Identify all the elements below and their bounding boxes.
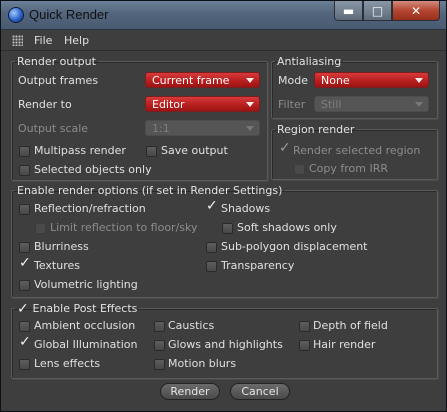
- hair-render-label: Hair render: [313, 338, 376, 351]
- post-effects-checkmark-icon[interactable]: ✓: [17, 302, 29, 316]
- reflection-checkbox[interactable]: [19, 204, 30, 215]
- reflection-label: Reflection/refraction: [34, 202, 146, 215]
- chevron-down-icon: [415, 102, 423, 107]
- copy-from-irr-label: Copy from IRR: [309, 162, 389, 175]
- aa-mode-value: None: [321, 74, 350, 87]
- mode-label: Mode: [278, 74, 308, 87]
- output-scale-dropdown: 1:1: [145, 120, 260, 136]
- save-output-label: Save output: [161, 144, 228, 157]
- chevron-down-icon: [246, 126, 254, 131]
- aa-filter-dropdown: Still: [314, 96, 429, 112]
- checkmark-icon: ✓: [19, 255, 31, 271]
- menu-grip-icon[interactable]: [12, 35, 23, 46]
- transparency-checkbox[interactable]: [206, 261, 217, 272]
- render-to-label: Render to: [18, 98, 72, 111]
- chevron-down-icon: [246, 78, 254, 83]
- menu-file[interactable]: File: [34, 34, 52, 47]
- motion-blurs-label: Motion blurs: [168, 357, 237, 370]
- transparency-label: Transparency: [221, 259, 295, 272]
- output-frames-value: Current frame: [152, 74, 230, 87]
- render-selected-region-label: Render selected region: [293, 144, 421, 157]
- copy-from-irr-checkbox: [294, 164, 305, 175]
- output-frames-dropdown[interactable]: Current frame: [145, 72, 260, 88]
- title-bar[interactable]: Quick Render ▬ □ ✕: [1, 1, 446, 30]
- minimize-button[interactable]: ▬: [334, 1, 363, 21]
- checkmark-icon: ✓: [279, 140, 291, 156]
- quick-render-window: Quick Render ▬ □ ✕ File Help Render outp…: [0, 0, 447, 412]
- textures-label: Textures: [34, 259, 80, 272]
- render-options-legend: Enable render options (if set in Render …: [17, 184, 283, 197]
- filter-label: Filter: [278, 98, 306, 111]
- shadows-checkbox[interactable]: ✓: [206, 199, 218, 215]
- cancel-button[interactable]: Cancel: [230, 383, 290, 400]
- chevron-down-icon: [246, 102, 254, 107]
- blurriness-checkbox[interactable]: [19, 242, 30, 253]
- soft-shadows-checkbox[interactable]: [222, 223, 233, 234]
- output-frames-label: Output frames: [18, 74, 99, 87]
- menu-bar: File Help: [1, 30, 446, 51]
- shadows-label: Shadows: [221, 202, 271, 215]
- volumetric-checkbox[interactable]: [19, 280, 30, 291]
- lens-effects-checkbox[interactable]: [19, 359, 30, 370]
- ambient-occlusion-checkbox[interactable]: [19, 321, 30, 332]
- aa-mode-dropdown[interactable]: None: [314, 72, 429, 88]
- post-effects-label: Enable Post Effects: [32, 302, 138, 315]
- post-effects-legend: ✓ Enable Post Effects: [15, 301, 139, 316]
- window-title: Quick Render: [29, 7, 109, 22]
- maximize-button[interactable]: □: [363, 1, 392, 21]
- output-scale-label: Output scale: [18, 122, 89, 135]
- checkmark-icon: ✓: [19, 334, 31, 350]
- render-selected-region-checkbox: ✓: [279, 141, 291, 157]
- caustics-checkbox[interactable]: [154, 321, 165, 332]
- multipass-checkbox[interactable]: [19, 146, 30, 157]
- limit-reflection-label: Limit reflection to floor/sky: [50, 221, 198, 234]
- selected-only-checkbox[interactable]: [19, 165, 30, 176]
- glows-checkbox[interactable]: [154, 340, 165, 351]
- checkmark-icon: ✓: [206, 198, 218, 214]
- hair-render-checkbox[interactable]: [299, 340, 310, 351]
- ambient-occlusion-label: Ambient occlusion: [34, 319, 136, 332]
- multipass-label: Multipass render: [34, 144, 126, 157]
- chevron-down-icon: [415, 78, 423, 83]
- cinema4d-app-icon: [9, 8, 23, 22]
- render-to-dropdown[interactable]: Editor: [145, 96, 260, 112]
- textures-checkbox[interactable]: ✓: [19, 256, 31, 272]
- aa-filter-value: Still: [321, 98, 342, 111]
- selected-only-label: Selected objects only: [34, 163, 152, 176]
- save-output-checkbox[interactable]: [146, 146, 157, 157]
- depth-of-field-label: Depth of field: [313, 319, 388, 332]
- output-scale-value: 1:1: [152, 122, 170, 135]
- soft-shadows-label: Soft shadows only: [237, 221, 337, 234]
- caustics-label: Caustics: [168, 319, 215, 332]
- render-to-value: Editor: [152, 98, 185, 111]
- volumetric-label: Volumetric lighting: [34, 278, 138, 291]
- lens-effects-label: Lens effects: [34, 357, 101, 370]
- limit-reflection-checkbox: [35, 223, 46, 234]
- render-button[interactable]: Render: [160, 383, 220, 400]
- menu-help[interactable]: Help: [64, 34, 89, 47]
- blurriness-label: Blurriness: [34, 240, 89, 253]
- render-output-legend: Render output: [17, 55, 96, 68]
- subpolygon-label: Sub-polygon displacement: [221, 240, 368, 253]
- close-button[interactable]: ✕: [392, 1, 440, 21]
- glows-label: Glows and highlights: [168, 338, 283, 351]
- region-render-legend: Region render: [277, 123, 355, 136]
- global-illumination-label: Global Illumination: [34, 338, 138, 351]
- depth-of-field-checkbox[interactable]: [299, 321, 310, 332]
- subpolygon-checkbox[interactable]: [206, 242, 217, 253]
- antialiasing-legend: Antialiasing: [277, 55, 342, 68]
- motion-blurs-checkbox[interactable]: [154, 359, 165, 370]
- global-illumination-checkbox[interactable]: ✓: [19, 335, 31, 351]
- window-controls: ▬ □ ✕: [334, 1, 440, 21]
